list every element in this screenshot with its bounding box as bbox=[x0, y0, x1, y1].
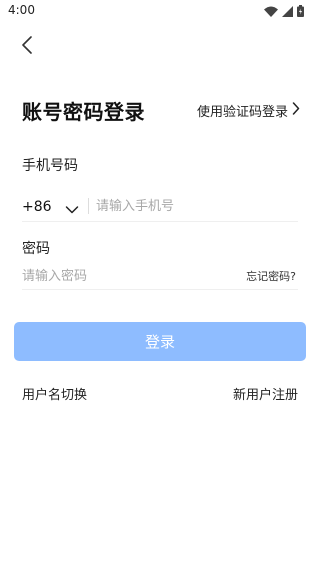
switch-to-code-login-link[interactable]: 使用验证码登录 bbox=[197, 101, 300, 120]
new-user-register-link[interactable]: 新用户注册 bbox=[233, 384, 298, 403]
status-bar: 4:00 bbox=[0, 0, 320, 24]
signal-icon bbox=[282, 5, 293, 17]
chevron-right-icon bbox=[292, 102, 300, 119]
chevron-down-icon[interactable] bbox=[65, 201, 79, 214]
wifi-icon bbox=[264, 6, 278, 17]
status-icons bbox=[264, 5, 304, 17]
switch-to-code-login-label: 使用验证码登录 bbox=[196, 105, 288, 120]
back-button[interactable] bbox=[14, 34, 40, 60]
forgot-password-link[interactable]: 忘记密码? bbox=[246, 268, 296, 284]
page-title: 账号密码登录 bbox=[22, 100, 145, 124]
password-row: 忘记密码? bbox=[22, 262, 298, 290]
phone-row: +86 bbox=[22, 190, 298, 222]
phone-input[interactable] bbox=[96, 195, 296, 217]
login-button[interactable]: 登录 bbox=[14, 322, 306, 361]
battery-icon bbox=[297, 5, 304, 17]
password-input[interactable] bbox=[22, 265, 222, 287]
username-switch-link[interactable]: 用户名切换 bbox=[22, 384, 87, 403]
password-label: 密码 bbox=[22, 241, 50, 257]
chevron-left-icon bbox=[21, 36, 33, 58]
phone-label: 手机号码 bbox=[22, 158, 78, 174]
status-time: 4:00 bbox=[8, 3, 35, 17]
phone-divider bbox=[88, 198, 89, 214]
country-code-selector[interactable]: +86 bbox=[22, 199, 52, 215]
